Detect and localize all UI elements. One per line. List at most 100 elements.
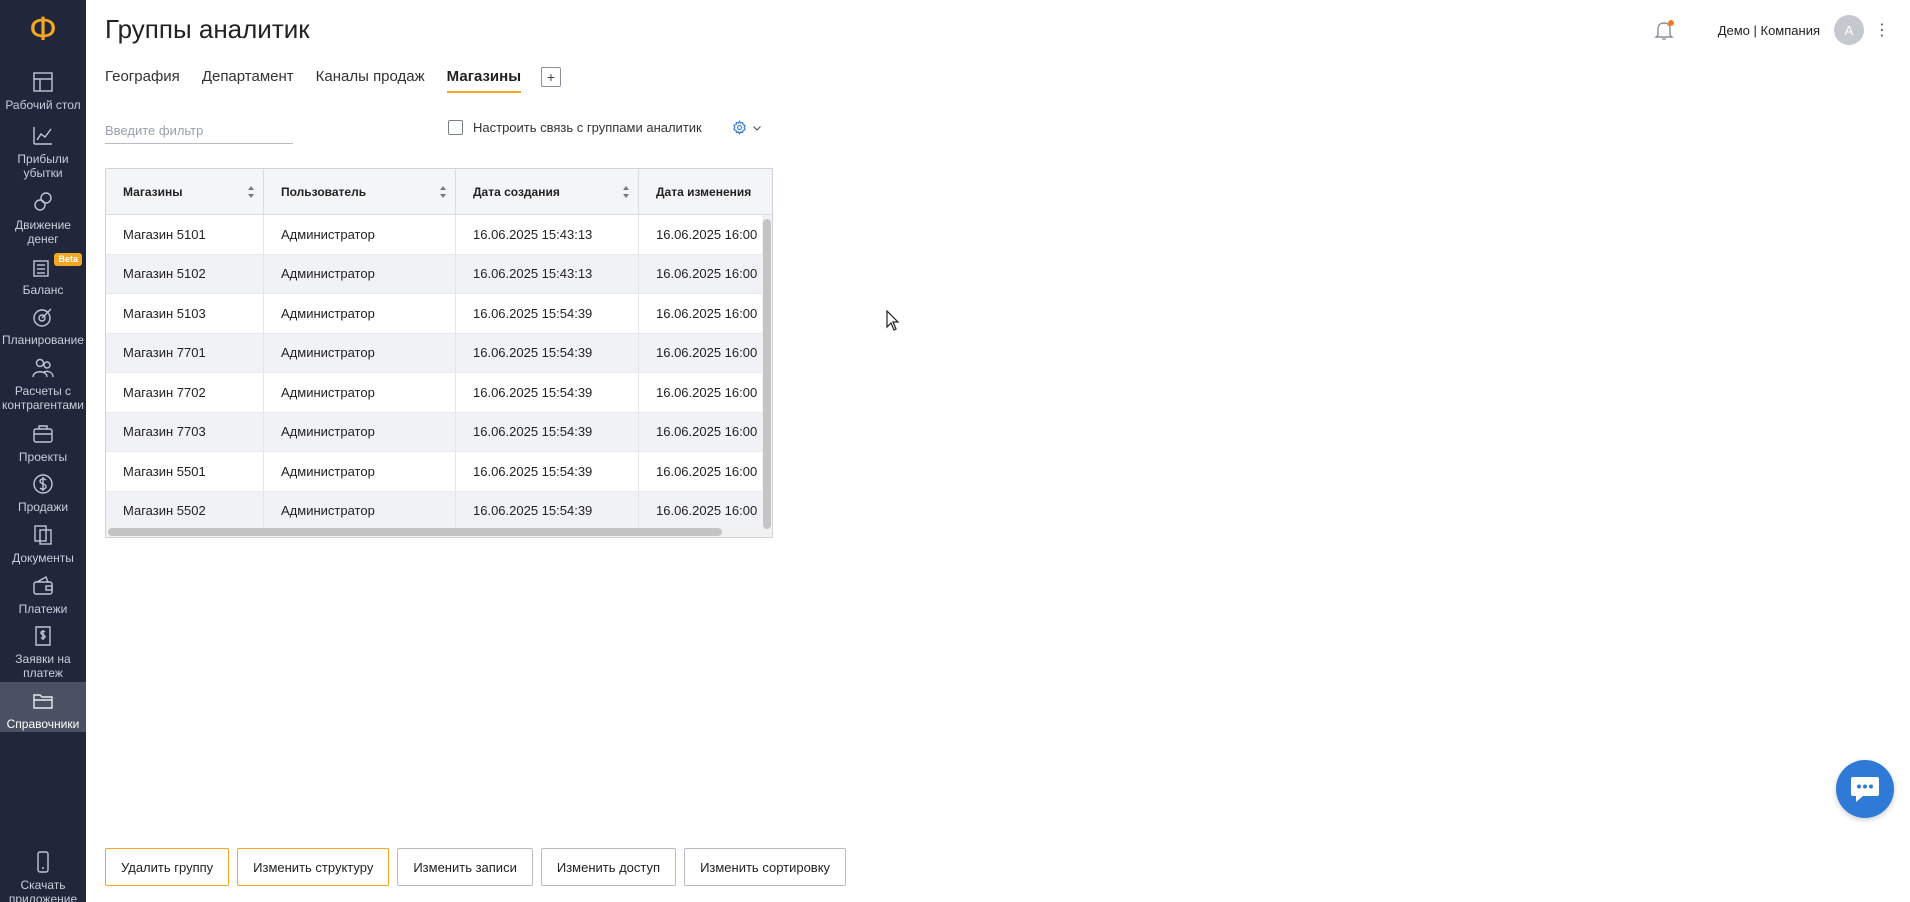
column-header-stores[interactable]: Магазины <box>106 169 264 215</box>
sidebar-item-label: Платежи <box>18 602 68 616</box>
chat-button[interactable] <box>1836 760 1894 818</box>
sidebar-item-balance[interactable]: Beta Баланс <box>0 253 86 297</box>
filter-input[interactable] <box>105 118 293 144</box>
sidebar-item-label: Расчеты с контрагентами <box>2 384 84 412</box>
cell-store: Магазин 5101 <box>106 215 264 254</box>
chevron-down-icon <box>753 125 761 131</box>
scroll-thumb[interactable] <box>108 528 722 536</box>
table-row[interactable]: Магазин 5501 Администратор 16.06.2025 15… <box>106 452 772 492</box>
cell-user: Администратор <box>264 215 456 254</box>
edit-access-button[interactable]: Изменить доступ <box>540 848 677 886</box>
wallet-icon <box>33 576 53 595</box>
tab-geography[interactable]: География <box>105 68 180 91</box>
phone-icon <box>37 851 49 873</box>
cell-modified: 16.06.2025 16:00 <box>639 255 772 294</box>
notifications-button[interactable] <box>1652 18 1676 42</box>
coins-icon <box>34 192 52 211</box>
tab-stores[interactable]: Магазины <box>446 68 522 93</box>
stores-table: Магазины Пользователь Дата создания Дата… <box>105 168 773 538</box>
sidebar-item-label: Прибыли убытки <box>17 152 69 180</box>
cell-user: Администратор <box>264 294 456 333</box>
cell-store: Магазин 5102 <box>106 254 264 293</box>
sort-icon[interactable] <box>622 185 630 199</box>
edit-sorting-button[interactable]: Изменить сортировку <box>684 848 847 886</box>
cell-modified: 16.06.2025 16:00 <box>639 373 772 412</box>
cell-created: 16.06.2025 15:54:39 <box>456 333 639 372</box>
sidebar-item-projects[interactable]: Проекты <box>0 422 86 464</box>
sidebar-item-partners[interactable]: Расчеты с контрагентами <box>0 356 86 412</box>
link-groups-checkbox[interactable] <box>448 120 463 135</box>
sidebar-item-label: Скачать приложение <box>8 878 78 902</box>
horizontal-scrollbar[interactable] <box>106 527 764 537</box>
cell-created: 16.06.2025 15:43:13 <box>456 215 639 254</box>
balance-icon <box>33 260 49 277</box>
link-groups-label: Настроить связь с группами аналитик <box>473 120 702 135</box>
app-logo[interactable]: Ф <box>0 6 86 52</box>
sort-icon[interactable] <box>247 185 255 199</box>
cell-user: Администратор <box>264 333 456 372</box>
table-row[interactable]: Магазин 5102 Администратор 16.06.2025 15… <box>106 254 772 294</box>
edit-records-button[interactable]: Изменить записи <box>397 848 533 886</box>
chat-icon <box>1851 777 1879 802</box>
beta-badge: Beta <box>54 253 82 266</box>
link-groups-toggle[interactable]: Настроить связь с группами аналитик <box>448 120 702 135</box>
table-settings-button[interactable] <box>732 120 763 135</box>
chart-icon <box>33 127 52 145</box>
delete-group-button[interactable]: Удалить группу <box>105 848 230 886</box>
sidebar-item-label: Заявки на платеж <box>15 652 71 680</box>
sidebar-item-profit[interactable]: Прибыли убытки <box>0 124 86 180</box>
sidebar-item-label: Проекты <box>18 450 68 464</box>
sidebar-item-cashflow[interactable]: Движение денег <box>0 190 86 246</box>
sidebar-item-references[interactable]: Справочники <box>0 682 86 732</box>
sidebar-item-dashboard[interactable]: Рабочий стол <box>0 70 86 112</box>
table-header: Магазины Пользователь Дата создания Дата… <box>106 169 772 215</box>
cell-user: Администратор <box>264 412 456 451</box>
add-tab-button[interactable]: + <box>541 67 562 87</box>
scroll-thumb[interactable] <box>763 219 771 529</box>
gear-icon <box>733 120 746 135</box>
cell-created: 16.06.2025 15:54:39 <box>456 491 639 530</box>
table-row[interactable]: Магазин 7701 Администратор 16.06.2025 15… <box>106 333 772 373</box>
cell-created: 16.06.2025 15:54:39 <box>456 452 639 491</box>
cell-store: Магазин 5501 <box>106 452 264 491</box>
sidebar-item-payments[interactable]: Платежи <box>0 574 86 616</box>
sort-icon[interactable] <box>439 185 447 199</box>
tab-sales-channels[interactable]: Каналы продаж <box>316 68 425 91</box>
folder-icon <box>33 694 53 709</box>
notification-dot <box>1667 20 1674 26</box>
page-title: Группы аналитик <box>105 14 310 44</box>
column-header-created[interactable]: Дата создания <box>456 169 639 215</box>
briefcase-icon <box>33 425 53 443</box>
header-right: Демо | Компания А ⋮ <box>1652 14 1890 46</box>
sidebar-item-planning[interactable]: Планирование <box>0 305 86 347</box>
sidebar-item-sales[interactable]: Продажи <box>0 472 86 514</box>
column-header-user[interactable]: Пользователь <box>264 169 456 215</box>
table-row[interactable]: Магазин 5101 Администратор 16.06.2025 15… <box>106 215 772 255</box>
table-row[interactable]: Магазин 7703 Администратор 16.06.2025 15… <box>106 412 772 452</box>
cell-store: Магазин 7701 <box>106 333 264 372</box>
cell-store: Магазин 5502 <box>106 491 264 530</box>
table-body: Магазин 5101 Администратор 16.06.2025 15… <box>106 215 772 531</box>
table-row[interactable]: Магазин 5103 Администратор 16.06.2025 15… <box>106 294 772 334</box>
dashboard-icon <box>33 72 53 92</box>
sidebar-item-documents[interactable]: Документы <box>0 523 86 565</box>
sidebar-item-label: Планирование <box>2 333 84 347</box>
download-app-link[interactable]: Скачать приложение <box>0 850 86 902</box>
cell-modified: 16.06.2025 16:00 <box>639 413 772 452</box>
more-menu-icon[interactable]: ⋮ <box>1874 20 1890 40</box>
cell-store: Магазин 7702 <box>106 373 264 412</box>
table-row[interactable]: Магазин 5502 Администратор 16.06.2025 15… <box>106 491 772 531</box>
company-selector[interactable]: Демо | Компания <box>1718 23 1820 38</box>
table-row[interactable]: Магазин 7702 Администратор 16.06.2025 15… <box>106 373 772 413</box>
avatar[interactable]: А <box>1834 15 1864 45</box>
sidebar-item-requests[interactable]: Заявки на платеж <box>0 624 86 680</box>
tab-department[interactable]: Департамент <box>202 68 294 91</box>
analytics-tabs: География Департамент Каналы продаж Мага… <box>105 67 562 94</box>
edit-structure-button[interactable]: Изменить структуру <box>237 848 390 886</box>
cell-created: 16.06.2025 15:43:13 <box>456 254 639 293</box>
sidebar-item-label: Движение денег <box>15 218 71 246</box>
cell-user: Администратор <box>264 452 456 491</box>
column-header-modified[interactable]: Дата изменения <box>639 169 772 215</box>
cell-user: Администратор <box>264 491 456 530</box>
vertical-scrollbar[interactable] <box>762 215 772 537</box>
